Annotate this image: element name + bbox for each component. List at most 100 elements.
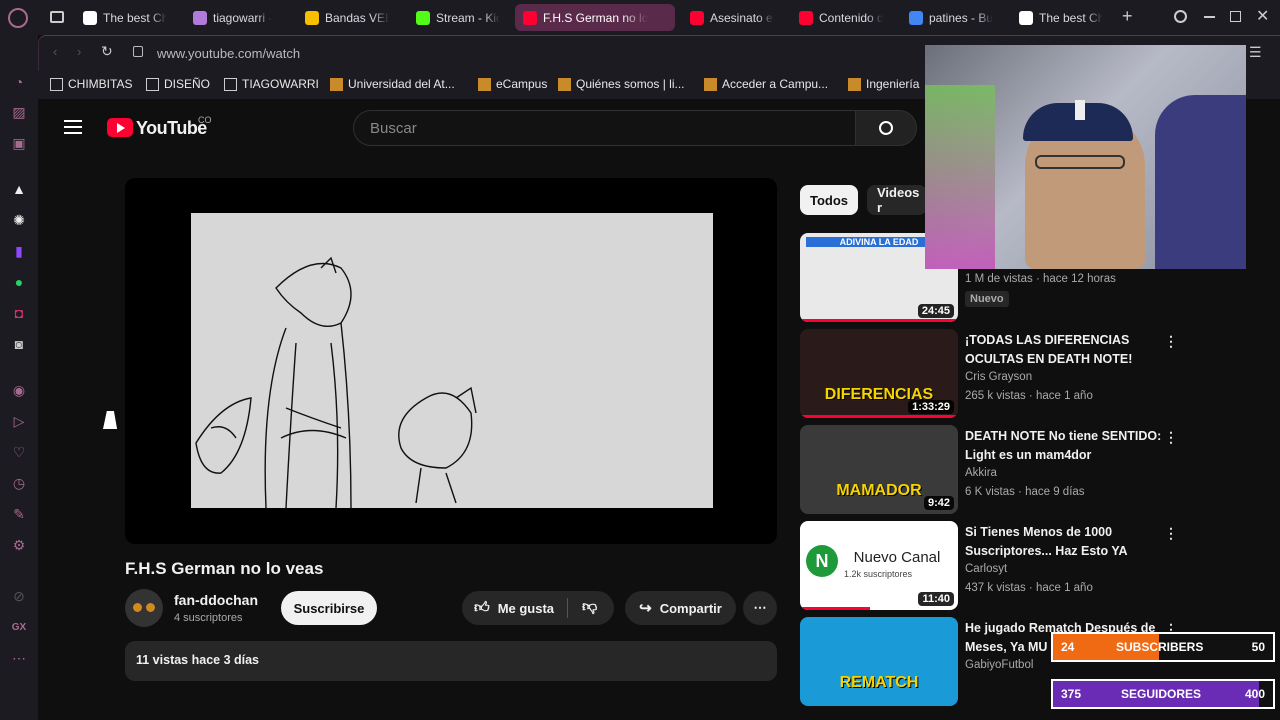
video-duration: 1:33:29 — [908, 400, 954, 414]
history-icon[interactable]: ◷ — [10, 474, 28, 492]
tab-label: F.H.S German no lo — [543, 10, 649, 25]
bookmark-item[interactable]: Acceder a Campu... — [704, 77, 828, 91]
aria-ai-icon[interactable]: ▲ — [10, 180, 28, 198]
tab-label: Bandas VEE — [325, 10, 389, 25]
more-actions-button[interactable]: ⋯ — [743, 591, 777, 625]
video-meta: 265 k vistas · hace 1 año — [965, 390, 1093, 402]
bookmark-item[interactable]: eCampus — [478, 77, 547, 91]
bookmark-item[interactable]: CHIMBITAS — [50, 77, 132, 91]
player-icon[interactable]: ◉ — [10, 381, 28, 399]
hamburger-menu-icon[interactable] — [64, 120, 82, 134]
youtube-logo-icon[interactable] — [107, 118, 133, 137]
bookmark-favicon-icon — [330, 77, 343, 91]
bookmark-label: TIAGOWARRI — [242, 77, 319, 91]
video-menu-icon[interactable]: ⋮ — [1164, 333, 1178, 350]
share-button[interactable]: ↪ Compartir — [625, 591, 736, 625]
gx-icon[interactable]: GX — [10, 618, 28, 636]
m-icon[interactable]: ▣ — [10, 134, 28, 152]
shield-icon[interactable]: ⊘ — [10, 587, 28, 605]
followers-target: 400 — [1244, 687, 1265, 701]
like-button[interactable]: Me gusta — [498, 601, 554, 616]
followers-goal: 375 SEGUIDORES 400 — [1051, 679, 1275, 709]
url-field[interactable]: www.youtube.com/watch — [157, 46, 300, 61]
video-title-link[interactable]: ¡TODAS LAS DIFERENCIAS OCULTAS EN DEATH … — [965, 331, 1170, 369]
video-menu-icon[interactable]: ⋮ — [1164, 525, 1178, 542]
chip-videos[interactable]: Videos r — [867, 185, 927, 215]
search-tabs-icon[interactable] — [1174, 10, 1187, 23]
bookmark-item[interactable]: DISEÑO — [146, 77, 210, 91]
description-box[interactable]: 11 vistas hace 3 días — [125, 641, 777, 681]
whatsapp-icon[interactable]: ● — [10, 273, 28, 291]
minimize-icon[interactable] — [1204, 16, 1215, 18]
browser-tab[interactable]: The best Ch — [75, 4, 175, 31]
recommended-video[interactable]: Nuevo Canal N 1.2k suscriptores 11:40 Si Tie… — [800, 521, 1180, 611]
video-frame — [191, 213, 713, 509]
browser-tab[interactable]: Contenido d — [791, 4, 891, 31]
speed-dial-icon[interactable]: ◔ — [10, 73, 28, 91]
chip-todos[interactable]: Todos — [800, 185, 859, 215]
bookmark-item[interactable]: Universidad del At... — [330, 77, 455, 91]
bookmark-item[interactable]: TIAGOWARRI — [224, 77, 319, 91]
watch-progress-bar — [800, 319, 958, 322]
browser-tab[interactable]: Bandas VEE — [297, 4, 397, 31]
forward-icon[interactable]: › — [77, 44, 81, 59]
maximize-icon[interactable] — [1230, 11, 1241, 22]
recommended-video[interactable]: DIFERENCIAS 1:33:29 ¡TODAS LAS DIFERENCIAS… — [800, 329, 1180, 419]
menu-icon[interactable]: ☰ — [1249, 44, 1262, 61]
video-channel[interactable]: Akkira — [965, 467, 997, 479]
chatgpt-icon[interactable]: ✺ — [10, 211, 28, 229]
more-icon[interactable]: ⋯ — [10, 649, 28, 667]
search-button[interactable] — [855, 110, 917, 146]
subscribers-target: 50 — [1251, 640, 1265, 654]
back-icon[interactable]: ‹ — [53, 44, 57, 59]
recommended-video[interactable]: MAMADOR 9:42 DEATH NOTE No tiene SENTIDO: … — [800, 425, 1180, 515]
share-icon: ↪ — [639, 600, 652, 617]
video-thumbnail[interactable]: DIFERENCIAS 1:33:29 — [800, 329, 958, 418]
thumbs-down-icon[interactable]: 👎︎ — [582, 598, 597, 616]
channel-name[interactable]: fan-ddochan — [174, 592, 258, 608]
heart-icon[interactable]: ♡ — [10, 443, 28, 461]
search-input[interactable]: Buscar — [353, 110, 856, 146]
extensions-icon[interactable]: ✎ — [10, 505, 28, 523]
video-title-link[interactable]: Si Tienes Menos de 1000 Suscriptores... … — [965, 523, 1170, 561]
browser-tab[interactable]: The best Ch — [1011, 4, 1111, 31]
video-menu-icon[interactable]: ⋮ — [1164, 429, 1178, 446]
bookmark-item[interactable]: Quiénes somos | li... — [558, 77, 685, 91]
subscribe-button[interactable]: Suscribirse — [281, 591, 377, 625]
tab-favicon-icon — [1019, 10, 1033, 25]
browser-tab[interactable]: Stream - Kic — [408, 4, 508, 31]
video-channel[interactable]: Cris Grayson — [965, 371, 1032, 383]
thumbs-up-icon[interactable]: 👍︎ — [474, 599, 490, 617]
video-meta: 1 M de vistas · hace 12 horas — [965, 273, 1116, 285]
video-thumbnail[interactable]: REMATCH — [800, 617, 958, 706]
reload-icon[interactable]: ↻ — [101, 43, 113, 60]
browser-tab[interactable]: tiagowarri - — [185, 4, 285, 31]
video-thumbnail[interactable]: Nuevo Canal N 1.2k suscriptores 11:40 — [800, 521, 958, 610]
search-icon — [879, 121, 893, 135]
video-channel[interactable]: Carlosyt — [965, 563, 1007, 575]
settings-icon[interactable]: ⚙ — [10, 536, 28, 554]
twitch-icon[interactable]: ▮ — [10, 242, 28, 260]
video-title-link[interactable]: DEATH NOTE No tiene SENTIDO: Light es un… — [965, 427, 1170, 465]
tab-label: Stream - Kic — [436, 10, 500, 25]
bookmark-favicon-icon — [478, 77, 491, 91]
bookmark-item[interactable]: Ingeniería — [848, 77, 919, 91]
browser-tab[interactable]: Asesinato er — [682, 4, 782, 31]
discord-icon[interactable]: ◙ — [10, 335, 28, 353]
tab-overview-icon[interactable] — [50, 11, 64, 23]
aria-icon[interactable]: ▨ — [10, 103, 28, 121]
opera-logo-icon[interactable] — [8, 8, 28, 28]
instagram-icon[interactable]: ◘ — [10, 304, 28, 322]
bookmark-label: Acceder a Campu... — [722, 77, 829, 91]
subscribers-goal: 24 SUBSCRIBERS 50 — [1051, 632, 1275, 662]
new-tab-button[interactable]: + — [1122, 6, 1133, 27]
close-window-icon[interactable]: ✕ — [1256, 6, 1269, 26]
bookmark-label: eCampus — [496, 77, 548, 91]
browser-tab[interactable]: patines - Bu — [901, 4, 1001, 31]
video-thumbnail[interactable]: MAMADOR 9:42 — [800, 425, 958, 514]
browser-tab[interactable]: F.H.S German no lo — [515, 4, 675, 31]
channel-avatar[interactable] — [125, 589, 163, 627]
youtube-logo-text[interactable]: YouTube — [136, 118, 207, 139]
video-channel[interactable]: GabiyoFutbol — [965, 659, 1033, 671]
send-icon[interactable]: ▷ — [10, 412, 28, 430]
